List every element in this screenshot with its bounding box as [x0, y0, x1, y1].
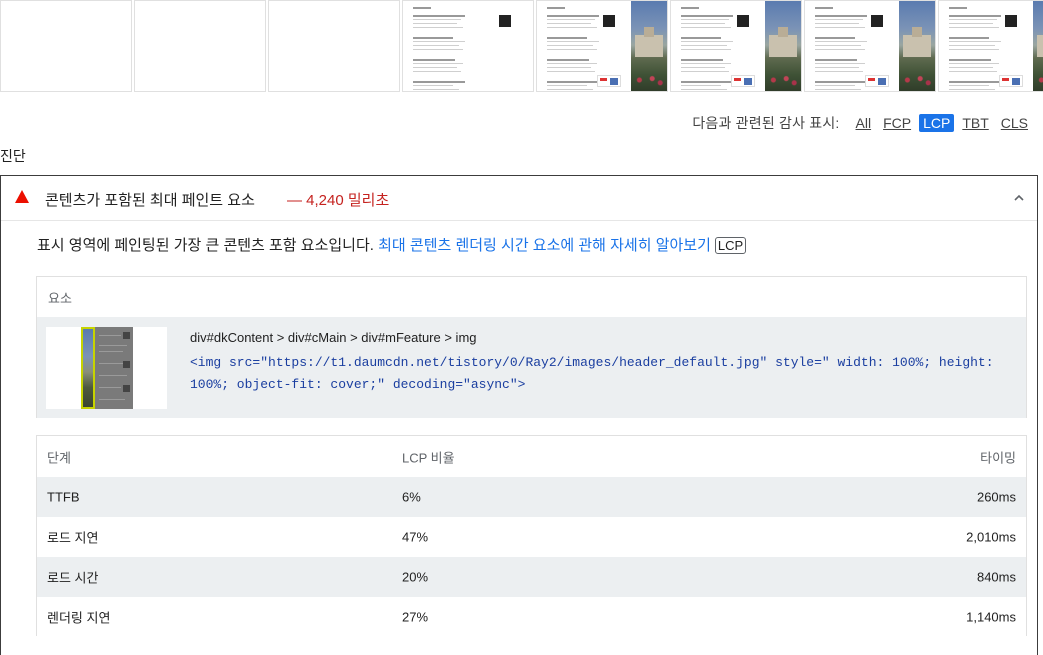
element-selector-path: div#dkContent > div#cMain > div#mFeature… — [190, 330, 477, 345]
lcp-phase-table: 단계 LCP 비율 타이밍 TTFB 6% 260ms 로드 지연 47% 2,010ms… — [36, 435, 1027, 637]
phase-name: 로드 시간 — [47, 570, 99, 586]
filter-tbt-button[interactable]: TBT — [958, 114, 992, 132]
filmstrip-frame — [938, 0, 1043, 92]
header-phase: 단계 — [47, 450, 71, 465]
section-title: 진단 — [0, 148, 26, 164]
lcp-element-audit: 콘텐츠가 포함된 최대 페인트 요소 — 4,240 밀리초 표시 영역에 페인… — [0, 175, 1038, 655]
phase-timing: 2,010ms — [966, 529, 1016, 545]
page-preview-image — [1033, 1, 1043, 91]
filmstrip-frame — [536, 0, 668, 92]
filter-lcp-button[interactable]: LCP — [919, 114, 955, 132]
phase-ratio: 47% — [402, 529, 429, 545]
phase-table-header: 단계 LCP 비율 타이밍 — [37, 436, 1026, 477]
description-text: 표시 영역에 페인팅된 가장 큰 콘텐츠 포함 요소입니다. — [37, 237, 374, 254]
lcp-tag: LCP — [714, 237, 747, 254]
filter-all-button[interactable]: All — [852, 114, 876, 132]
phase-ratio: 6% — [402, 489, 421, 505]
table-row: 로드 시간 20% 840ms — [37, 557, 1026, 597]
chevron-up-icon[interactable] — [1011, 190, 1027, 206]
audit-title: 콘텐츠가 포함된 최대 페인트 요소 — [45, 192, 255, 209]
phase-timing: 260ms — [976, 489, 1016, 505]
element-screenshot — [46, 327, 167, 409]
phase-ratio: 20% — [402, 569, 429, 585]
page-preview-image — [765, 1, 801, 91]
phase-name: 로드 지연 — [47, 530, 99, 546]
table-row: TTFB 6% 260ms — [37, 477, 1026, 517]
element-row: div#dkContent > div#cMain > div#mFeature… — [37, 317, 1026, 418]
audit-description: 표시 영역에 페인팅된 가장 큰 콘텐츠 포함 요소입니다. 최대 콘텐츠 렌더… — [37, 234, 747, 255]
filter-label: 다음과 관련된 감사 표시: — [692, 115, 840, 131]
filter-fcp-button[interactable]: FCP — [879, 114, 915, 132]
learn-more-link[interactable]: 최대 콘텐츠 렌더링 시간 요소에 관해 자세히 알아보기 — [378, 237, 711, 254]
filter-cls-button[interactable]: CLS — [997, 114, 1032, 132]
header-lcp-ratio: LCP 비율 — [402, 450, 455, 465]
filmstrip-frame — [804, 0, 936, 92]
phase-timing: 1,140ms — [966, 609, 1016, 625]
table-row: 로드 지연 47% 2,010ms — [37, 517, 1026, 557]
element-html-snippet: <img src="https://t1.daumcdn.net/tistory… — [190, 355, 994, 392]
page-preview-image — [631, 1, 667, 91]
filmstrip-frame — [0, 0, 132, 92]
filmstrip-frame — [670, 0, 802, 92]
header-timing: 타이밍 — [980, 450, 1016, 465]
phase-ratio: 27% — [402, 609, 429, 625]
table-row: 렌더링 지연 27% 1,140ms — [37, 597, 1026, 637]
warning-triangle-icon — [15, 190, 29, 203]
filmstrip — [0, 0, 1043, 92]
filmstrip-frame — [268, 0, 400, 92]
element-table-header: 요소 — [37, 277, 1026, 317]
element-table: 요소 div#dkContent > div#cMain > div#mFeat… — [36, 276, 1027, 418]
phase-name: TTFB — [47, 489, 80, 505]
filmstrip-frame — [402, 0, 534, 92]
filmstrip-frame — [134, 0, 266, 92]
phase-name: 렌더링 지연 — [47, 610, 111, 626]
audit-filter: 다음과 관련된 감사 표시: All FCP LCP TBT CLS — [692, 112, 1043, 134]
page-preview-image — [899, 1, 935, 91]
phase-timing: 840ms — [976, 569, 1016, 585]
audit-header[interactable]: 콘텐츠가 포함된 최대 페인트 요소 — 4,240 밀리초 — [1, 176, 1037, 221]
audit-display-value: — 4,240 밀리초 — [287, 192, 390, 209]
